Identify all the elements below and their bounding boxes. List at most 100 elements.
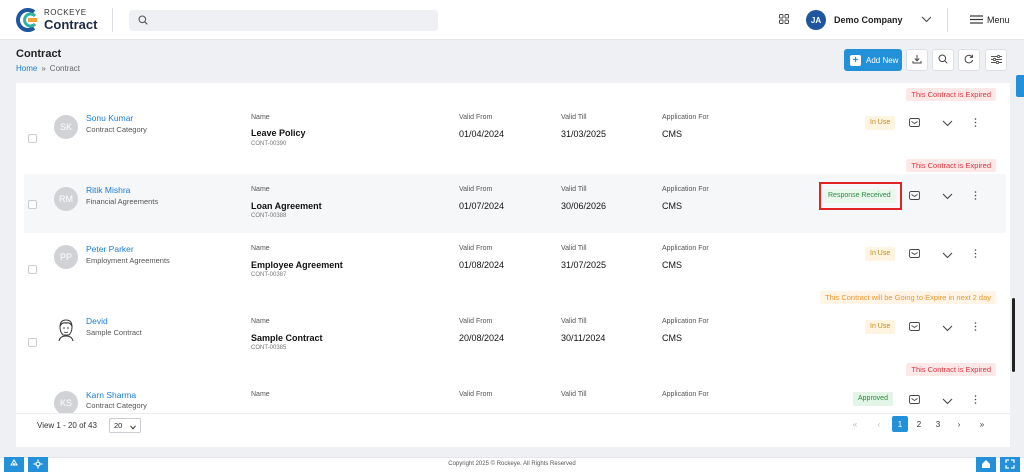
valid-till-label: Valid Till <box>561 186 587 193</box>
side-panel-toggle[interactable] <box>1016 75 1024 97</box>
chevron-down-icon[interactable] <box>942 251 953 261</box>
page-1-button[interactable]: 1 <box>892 416 908 432</box>
valid-from-value: 01/08/2024 <box>459 260 505 270</box>
row-checkbox[interactable] <box>28 338 37 347</box>
page-2-button[interactable]: 2 <box>911 416 927 432</box>
person-name[interactable]: Devid <box>86 316 108 326</box>
last-page-icon[interactable]: » <box>974 416 990 432</box>
person-name[interactable]: Ritik Mishra <box>86 185 130 195</box>
contract-name: Loan Agreement <box>251 201 322 211</box>
download-icon <box>912 54 922 66</box>
valid-till-value: 30/11/2024 <box>561 333 606 343</box>
page-size-select[interactable]: 20 <box>109 418 141 433</box>
breadcrumb-separator: » <box>41 64 46 73</box>
chevron-down-icon[interactable] <box>942 192 953 202</box>
person-name[interactable]: Peter Parker <box>86 244 134 254</box>
breadcrumb: Home » Contract <box>16 64 80 73</box>
first-page-icon[interactable]: « <box>847 416 863 432</box>
prev-page-icon[interactable]: ‹ <box>871 416 887 432</box>
valid-till-label: Valid Till <box>561 391 587 398</box>
filter-button[interactable] <box>985 49 1007 71</box>
valid-from-label: Valid From <box>459 186 493 193</box>
chevron-down-icon[interactable] <box>942 324 953 334</box>
valid-till-label: Valid Till <box>561 245 587 252</box>
company-name[interactable]: Demo Company <box>834 15 903 25</box>
person-name[interactable]: Sonu Kumar <box>86 113 133 123</box>
mail-icon[interactable] <box>909 322 920 333</box>
valid-till-label: Valid Till <box>561 318 587 325</box>
search-button[interactable] <box>932 49 954 71</box>
nav-divider <box>112 8 113 32</box>
chevron-down-icon[interactable] <box>942 397 953 407</box>
chevron-down-icon[interactable] <box>942 119 953 129</box>
row-checkbox[interactable] <box>28 200 37 209</box>
settings-button[interactable] <box>28 457 48 472</box>
refresh-icon <box>964 54 974 66</box>
person-category: Contract Category <box>86 125 147 134</box>
application-for-label: Application For <box>662 114 709 121</box>
contract-list: This Contract is Expired SK Sonu Kumar C… <box>16 83 1010 413</box>
expiring-notice: This Contract will be Going to Expire in… <box>820 291 996 304</box>
more-vertical-icon[interactable] <box>974 322 977 333</box>
home-button[interactable] <box>976 457 996 472</box>
person-category: Financial Agreements <box>86 197 159 206</box>
contract-row[interactable]: Devid Sample Contract Name Sample Contra… <box>24 306 1006 364</box>
contract-row[interactable]: PP Peter Parker Employment Agreements Na… <box>24 234 1006 290</box>
row-checkbox[interactable] <box>28 134 37 143</box>
application-for-label: Application For <box>662 245 709 252</box>
expired-notice: This Contract is Expired <box>906 88 996 101</box>
expired-notice: This Contract is Expired <box>906 159 996 172</box>
refresh-button[interactable] <box>958 49 980 71</box>
more-vertical-icon[interactable] <box>974 118 977 129</box>
contract-code: CONT-00385 <box>251 345 287 351</box>
search-icon <box>138 15 148 27</box>
valid-from-label: Valid From <box>459 318 493 325</box>
expand-icon <box>1005 458 1015 471</box>
page-3-button[interactable]: 3 <box>930 416 946 432</box>
fullscreen-button[interactable] <box>1000 457 1020 472</box>
status-badge: In Use <box>865 320 896 334</box>
mail-icon[interactable] <box>909 191 920 202</box>
mail-icon[interactable] <box>909 395 920 406</box>
row-checkbox[interactable] <box>28 265 37 274</box>
application-for-label: Application For <box>662 186 709 193</box>
mail-icon[interactable] <box>909 249 920 260</box>
search-input[interactable] <box>153 12 433 29</box>
menu-label[interactable]: Menu <box>987 15 1010 25</box>
contract-row[interactable]: SK Sonu Kumar Contract Category Name Lea… <box>24 107 1006 167</box>
more-vertical-icon[interactable] <box>974 191 977 202</box>
breadcrumb-home[interactable]: Home <box>16 64 37 73</box>
avatar: PP <box>54 245 78 269</box>
chevron-down-icon <box>130 423 136 432</box>
next-page-icon[interactable]: › <box>951 416 967 432</box>
user-avatar[interactable]: JA <box>806 10 826 30</box>
chevron-down-icon[interactable] <box>921 15 932 25</box>
home-icon <box>981 459 991 471</box>
more-vertical-icon[interactable] <box>974 395 977 406</box>
person-name[interactable]: Karn Sharma <box>86 390 136 400</box>
status-badge: Response Received <box>823 189 896 203</box>
download-button[interactable] <box>906 49 928 71</box>
global-search[interactable] <box>129 10 438 31</box>
list-scrollbar[interactable] <box>1012 298 1015 372</box>
add-new-button[interactable]: + Add New <box>844 49 902 71</box>
recycle-icon <box>9 458 19 471</box>
contract-row[interactable]: KS Karn Sharma Contract Category Name Va… <box>24 379 1006 413</box>
filter-icon <box>990 54 1002 66</box>
recycle-button[interactable] <box>4 457 24 472</box>
top-navbar: ROCKEYE Contract JA Demo Company Menu <box>0 0 1024 40</box>
avatar: RM <box>54 187 78 211</box>
avatar: KS <box>54 391 78 413</box>
hamburger-icon[interactable] <box>970 15 983 26</box>
application-for-value: CMS <box>662 201 682 211</box>
more-vertical-icon[interactable] <box>974 249 977 260</box>
app-logo[interactable]: ROCKEYE Contract <box>14 8 97 32</box>
name-label: Name <box>251 318 270 325</box>
apps-grid-icon[interactable] <box>779 14 789 26</box>
copyright-text: Copyright 2025 © Rockeye. All Rights Res… <box>448 461 576 467</box>
logo-mark-icon <box>14 8 40 32</box>
expired-notice: This Contract is Expired <box>906 363 996 376</box>
contract-row[interactable]: RM Ritik Mishra Financial Agreements Nam… <box>24 174 1006 233</box>
mail-icon[interactable] <box>909 118 920 129</box>
valid-from-value: 01/07/2024 <box>459 201 505 211</box>
